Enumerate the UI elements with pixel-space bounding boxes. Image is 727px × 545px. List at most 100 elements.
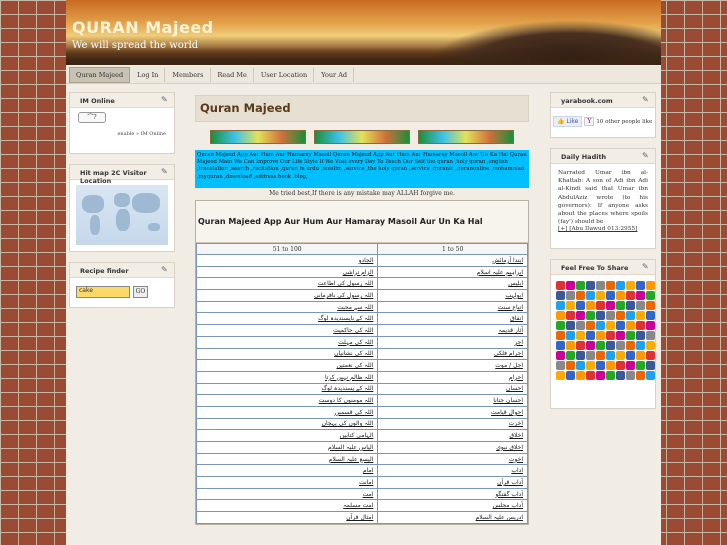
nav-item-your-ad[interactable]: Your Ad	[315, 67, 355, 82]
topic-link[interactable]: آداب قرآن	[377, 476, 528, 489]
share-service-icon[interactable]	[636, 341, 645, 350]
topic-link[interactable]: اللہ کی نعمتیں	[195, 359, 379, 372]
nav-item-quran-majeed[interactable]: Quran Majeed	[69, 66, 131, 83]
share-service-icon[interactable]	[586, 341, 595, 350]
topic-link[interactable]: ابولہب	[377, 289, 528, 302]
share-service-icon[interactable]	[576, 331, 585, 340]
share-service-icon[interactable]	[626, 361, 635, 370]
share-service-icon[interactable]	[646, 301, 655, 310]
share-service-icon[interactable]	[556, 361, 565, 370]
topic-link[interactable]: احوال قیامت	[377, 405, 528, 419]
share-service-icon[interactable]	[576, 351, 585, 360]
share-service-icon[interactable]	[556, 301, 565, 310]
share-service-icon[interactable]	[586, 371, 595, 380]
pencil-icon[interactable]: ✎	[642, 151, 651, 160]
topic-link[interactable]: اتباع سنت	[377, 300, 528, 314]
share-service-icon[interactable]	[596, 341, 605, 350]
share-service-icon[interactable]	[576, 321, 585, 330]
share-service-icon[interactable]	[626, 321, 635, 330]
share-service-icon[interactable]	[646, 321, 655, 330]
share-service-icon[interactable]	[596, 321, 605, 330]
topic-link[interactable]: اللہ ظالم نہیں کرتا	[195, 370, 379, 384]
topic-link[interactable]: احرام	[377, 370, 528, 384]
pencil-icon[interactable]: ✎	[642, 95, 651, 104]
share-service-icon[interactable]	[626, 291, 635, 300]
share-service-icon[interactable]	[566, 281, 575, 290]
topic-link[interactable]: الیاس علیہ السلام	[195, 441, 379, 454]
share-service-icon[interactable]	[646, 311, 655, 320]
share-service-icon[interactable]	[596, 371, 605, 380]
pencil-icon[interactable]: ✎	[642, 262, 651, 271]
topic-link[interactable]: الزام تراشی	[195, 265, 379, 279]
quran-banner-image[interactable]	[418, 130, 514, 144]
topic-link[interactable]: اخرت	[377, 417, 528, 431]
share-service-icon[interactable]	[616, 371, 625, 380]
nav-item-read-me[interactable]: Read Me	[212, 67, 254, 82]
share-service-icon[interactable]	[596, 281, 605, 290]
share-service-icon[interactable]	[576, 281, 585, 290]
share-service-icon[interactable]	[596, 361, 605, 370]
share-service-icon[interactable]	[576, 311, 585, 320]
share-service-icon[interactable]	[556, 351, 565, 360]
share-service-icon[interactable]	[616, 311, 625, 320]
topic-link[interactable]: اتفاق	[377, 312, 528, 326]
share-service-icon[interactable]	[646, 341, 655, 350]
topic-link[interactable]: اللہ کی حاکمیت	[195, 324, 379, 337]
share-service-icon[interactable]	[606, 331, 615, 340]
topic-link[interactable]: اجر	[377, 335, 528, 349]
share-service-icon[interactable]	[606, 321, 615, 330]
share-service-icon[interactable]	[606, 361, 615, 370]
topic-link[interactable]: اجرام فلکی	[377, 347, 528, 361]
share-service-icon[interactable]	[576, 361, 585, 370]
share-service-icon[interactable]	[616, 351, 625, 360]
pencil-icon[interactable]: ✎	[161, 167, 170, 176]
topic-link[interactable]: الیسع علیہ السلام	[195, 452, 379, 466]
share-service-icon[interactable]	[556, 291, 565, 300]
quran-banner-image[interactable]	[210, 130, 306, 144]
topic-link[interactable]: احسان	[377, 382, 528, 396]
topic-link[interactable]: اجل / موت	[377, 359, 528, 372]
share-service-icon[interactable]	[586, 281, 595, 290]
share-service-icon[interactable]	[556, 371, 565, 380]
topic-link[interactable]: الہامی کتابیں	[195, 429, 379, 442]
topic-link[interactable]: امام	[195, 464, 379, 478]
share-service-icon[interactable]	[606, 301, 615, 310]
share-service-icon[interactable]	[566, 301, 575, 310]
share-service-icon[interactable]	[606, 311, 615, 320]
like-button[interactable]: 👍 Like	[553, 116, 583, 127]
share-service-icon[interactable]	[646, 351, 655, 360]
share-service-icon[interactable]	[596, 331, 605, 340]
share-service-icon[interactable]	[596, 311, 605, 320]
nav-item-login[interactable]: Log In	[131, 67, 166, 82]
recipe-search-input[interactable]: cake	[76, 286, 130, 298]
share-service-icon[interactable]	[566, 341, 575, 350]
share-service-icon[interactable]	[626, 301, 635, 310]
share-service-icon[interactable]	[636, 311, 645, 320]
topic-link[interactable]: امثال قرآن	[195, 511, 379, 524]
share-service-icon[interactable]	[616, 291, 625, 300]
topic-link[interactable]: اللہ مومنوں کا دوست	[195, 394, 379, 407]
share-service-icon[interactable]	[586, 361, 595, 370]
share-service-icon[interactable]	[636, 361, 645, 370]
share-service-icon[interactable]	[556, 341, 565, 350]
share-service-icon[interactable]	[556, 281, 565, 290]
share-service-icon[interactable]	[636, 291, 645, 300]
topic-link[interactable]: اخلاق نبوی	[377, 441, 528, 454]
topic-link[interactable]: ابراہیم علیہ اسلام	[377, 265, 528, 279]
topic-link[interactable]: امانت	[195, 476, 379, 489]
share-service-icon[interactable]	[636, 281, 645, 290]
nav-item-user-location[interactable]: User Location	[255, 67, 315, 82]
recipe-go-button[interactable]: GO	[133, 286, 148, 298]
topic-link[interactable]: اللہ کی مہلت	[195, 335, 379, 349]
share-service-icon[interactable]	[616, 331, 625, 340]
im-status-badge[interactable]: ⌒?	[78, 112, 106, 123]
share-service-icon[interactable]	[616, 281, 625, 290]
share-service-icon[interactable]	[566, 321, 575, 330]
share-service-icon[interactable]	[626, 331, 635, 340]
share-service-icon[interactable]	[556, 331, 565, 340]
topic-link[interactable]: احسان جتانا	[377, 394, 528, 407]
topic-link[interactable]: امت	[195, 487, 379, 501]
share-service-icon[interactable]	[616, 301, 625, 310]
topic-link[interactable]: اللہ کی نشانیاں	[195, 347, 379, 361]
pencil-icon[interactable]: ✎	[161, 95, 170, 104]
